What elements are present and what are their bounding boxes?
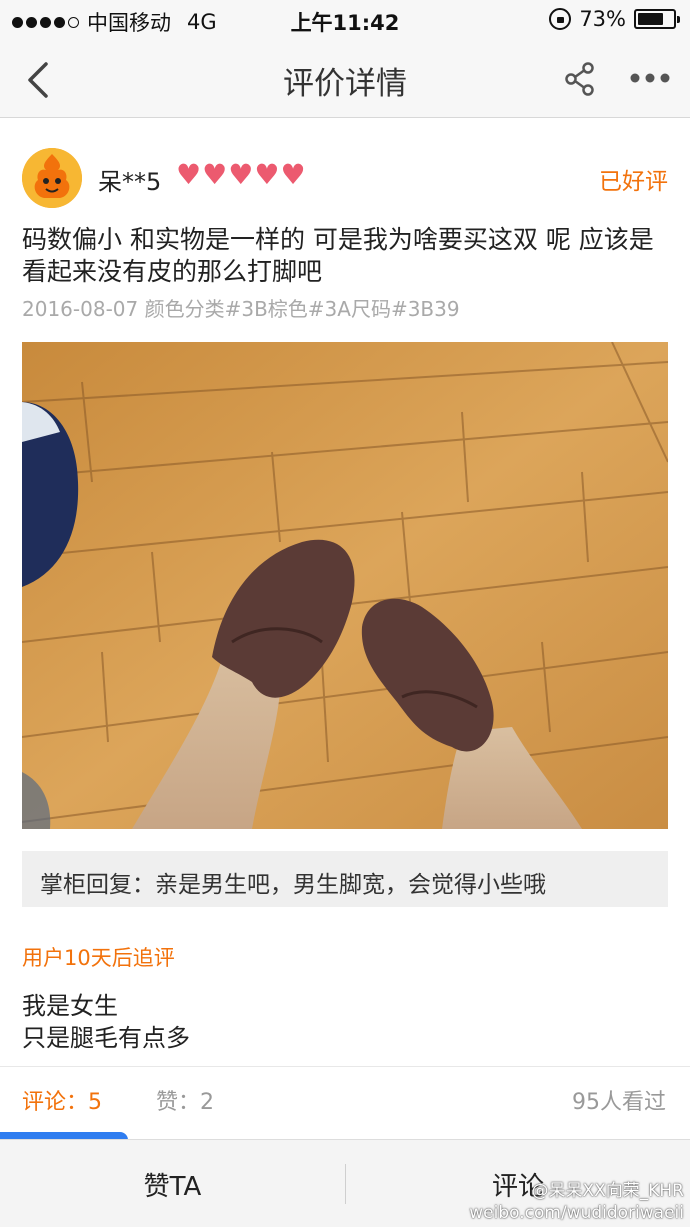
weibo-watermark: @呆呆XX向荣_KHR weibo.com/wudidoriwaeii: [434, 1180, 684, 1224]
seller-reply: 掌柜回复：亲是男生吧，男生脚宽，会觉得小些哦: [22, 851, 668, 907]
divider: [0, 1066, 690, 1067]
status-right: 73%: [549, 7, 680, 31]
share-icon[interactable]: [564, 62, 596, 96]
followup-label: 用户10天后追评: [22, 946, 175, 970]
view-count: 95人看过: [572, 1090, 666, 1115]
followup-text-line: 我是女生: [22, 992, 118, 1020]
heart-icon: ♥: [228, 158, 254, 191]
nav-bar: 评价详情: [0, 40, 690, 118]
watermark-url: weibo.com/wudidoriwaeii: [469, 1203, 684, 1223]
review-meta: 2016-08-07 颜色分类#3B棕色#3A尺码#3B39: [22, 297, 460, 321]
review-status-badge: 已好评: [599, 169, 668, 195]
review-stats: 评论：5 赞：2 95人看过: [0, 1084, 690, 1116]
heart-icon: ♥: [280, 158, 306, 191]
review-photo[interactable]: [22, 342, 668, 829]
like-ta-button[interactable]: 赞TA: [0, 1140, 345, 1227]
watermark-user: @呆呆XX向荣_KHR: [531, 1181, 684, 1201]
heart-icon: ♥: [202, 158, 228, 191]
battery-percent: 73%: [579, 7, 626, 31]
avatar[interactable]: [22, 148, 82, 208]
more-icon[interactable]: [630, 68, 670, 88]
review-text: 码数偏小 和实物是一样的 可是我为啥要买这双 呢 应该是看起来没有皮的那么打脚吧: [22, 225, 654, 286]
battery-fill: [638, 13, 663, 25]
rotation-lock-icon: [549, 8, 572, 30]
photo-shoes-on-floor: [22, 342, 668, 829]
status-bar: 中国移动 4G 上午11:42 73%: [0, 0, 690, 40]
heart-icon: ♥: [176, 158, 202, 191]
mascot-avatar-icon: [22, 148, 82, 208]
seller-reply-text: 掌柜回复：亲是男生吧，男生脚宽，会觉得小些哦: [40, 872, 546, 898]
reputation-hearts: ♥ ♥ ♥ ♥ ♥: [176, 161, 306, 189]
battery-icon: [634, 9, 680, 29]
followup-text-line: 只是腿毛有点多: [22, 1024, 190, 1052]
like-count[interactable]: 赞：2: [156, 1084, 214, 1116]
heart-icon: ♥: [254, 158, 280, 191]
username: 呆**5: [98, 168, 162, 196]
comment-count[interactable]: 评论：5: [22, 1084, 102, 1116]
